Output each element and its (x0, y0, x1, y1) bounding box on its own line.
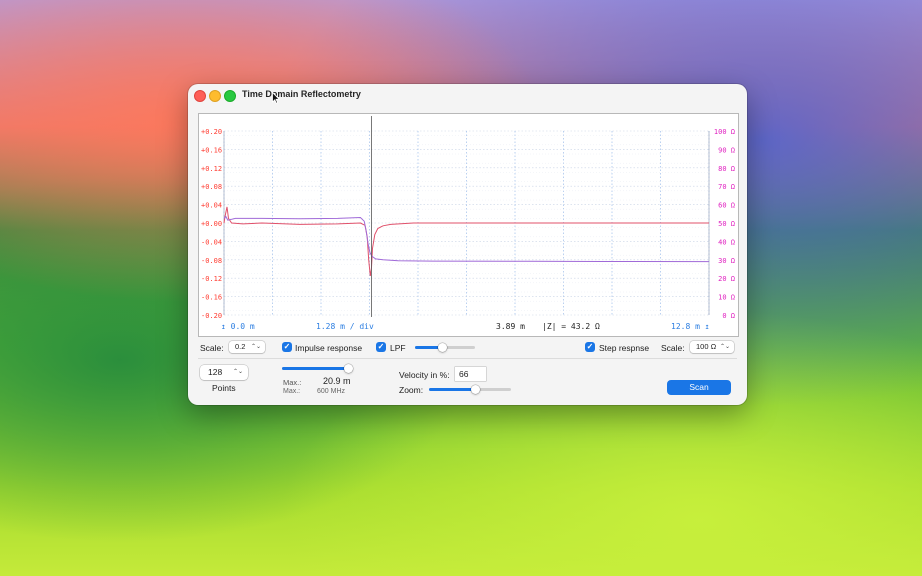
scale-per-div: 1.28 m / div (316, 322, 374, 331)
updown-chevron-icon: ⌃⌄ (719, 344, 730, 350)
cursor-position: 3.89 m (496, 322, 525, 331)
zoom-window-button[interactable] (224, 90, 236, 102)
left-axis-tick-label: +0.04 (201, 202, 222, 210)
right-axis-tick-label: 0 Ω (722, 312, 735, 320)
zoom-slider-fill (429, 388, 476, 391)
right-axis-tick-label: 80 Ω (718, 165, 735, 173)
velocity-input[interactable]: 66 (455, 367, 486, 381)
left-axis-tick-label: +0.16 (201, 146, 222, 154)
impedance-scale-value: 100 Ω (696, 342, 717, 351)
right-axis-tick-label: 40 Ω (718, 238, 735, 246)
max-range-slider-fill (282, 367, 349, 370)
lpf-slider[interactable] (415, 343, 475, 352)
left-axis-tick-label: -0.12 (201, 275, 222, 283)
left-axis-tick-label: -0.16 (201, 294, 222, 302)
scale-select[interactable]: 0.2 ⌃⌄ (229, 341, 265, 353)
max-range-slider[interactable] (282, 364, 353, 373)
tdr-window: Time Domain Reflectometry +0.20 +0.16 +0.1… (188, 84, 747, 405)
minimize-window-button[interactable] (209, 90, 221, 102)
zoom-label: Zoom: (399, 385, 424, 395)
step-response-checkbox[interactable]: ✓ (585, 342, 595, 352)
lpf-slider-knob[interactable] (437, 343, 447, 352)
scan-button[interactable]: Scan (667, 380, 731, 395)
left-axis-tick-label: -0.04 (201, 238, 222, 246)
updown-chevron-icon: ⌃⌄ (250, 344, 261, 350)
scale2-label: Scale: (661, 343, 685, 353)
impedance-readout: |Z| = 43.2 Ω (542, 322, 600, 331)
lpf-checkbox[interactable]: ✓ (376, 342, 386, 352)
max-range-slider-knob[interactable] (344, 364, 353, 373)
impulse-response-label: Impulse response (295, 343, 363, 353)
impedance-scale-select[interactable]: 100 Ω ⌃⌄ (690, 341, 734, 353)
left-axis-tick-label: -0.08 (201, 257, 222, 265)
close-window-button[interactable] (194, 90, 206, 102)
velocity-label: Velocity in %: (399, 370, 450, 380)
right-axis-tick-label: 70 Ω (718, 183, 735, 191)
scale-label: Scale: (200, 343, 224, 353)
zoom-slider[interactable] (429, 385, 511, 394)
tdr-chart: +0.20 +0.16 +0.12 +0.08 +0.04 +0.00 -0.04 -0.08… (201, 116, 735, 320)
right-axis-tick-label: 20 Ω (718, 275, 735, 283)
right-axis-tick-label: 50 Ω (718, 220, 735, 228)
points-label: Points (212, 383, 236, 393)
right-axis-tick-label: 100 Ω (714, 128, 735, 136)
max-distance-label: Max.: (283, 378, 302, 387)
right-axis-tick-label: 10 Ω (718, 294, 735, 302)
tdr-plot[interactable]: +0.20 +0.16 +0.12 +0.08 +0.04 +0.00 -0.04 -0.08… (198, 113, 739, 337)
end-distance-value: 12.8 m (671, 322, 700, 331)
scale-select-value: 0.2 (235, 342, 246, 351)
points-select-value: 128 (208, 367, 223, 377)
window-title: Time Domain Reflectometry (242, 89, 361, 99)
right-axis-tick-label: 90 Ω (718, 146, 735, 154)
updown-chevron-icon: ⌃⌄ (232, 369, 243, 375)
max-frequency-label: Max.: (283, 388, 301, 395)
left-axis-tick-label: +0.20 (201, 128, 222, 136)
start-distance: ↥ 0.0 m (221, 322, 255, 331)
divider (198, 358, 737, 359)
right-axis-tick-label: 30 Ω (718, 257, 735, 265)
points-select[interactable]: 128 ⌃⌄ (200, 365, 248, 380)
left-axis-tick-label: +0.12 (201, 165, 222, 173)
left-axis-tick-label: -0.20 (201, 312, 222, 320)
mouse-pointer-icon (272, 92, 280, 104)
zoom-slider-knob[interactable] (471, 385, 481, 394)
left-axis-tick-label: +0.00 (201, 220, 222, 228)
max-distance-value: 20.9 m (323, 376, 351, 386)
end-distance: 12.8 m ↥ (671, 322, 710, 331)
lpf-label: LPF (390, 343, 406, 353)
left-axis-tick-label: +0.08 (201, 183, 222, 191)
start-distance-value: 0.0 m (230, 322, 255, 331)
step-response-label: Step respnse (599, 343, 650, 353)
impulse-response-checkbox[interactable]: ✓ (282, 342, 292, 352)
right-axis-tick-label: 60 Ω (718, 202, 735, 210)
max-frequency-value: 600 MHz (317, 388, 346, 395)
